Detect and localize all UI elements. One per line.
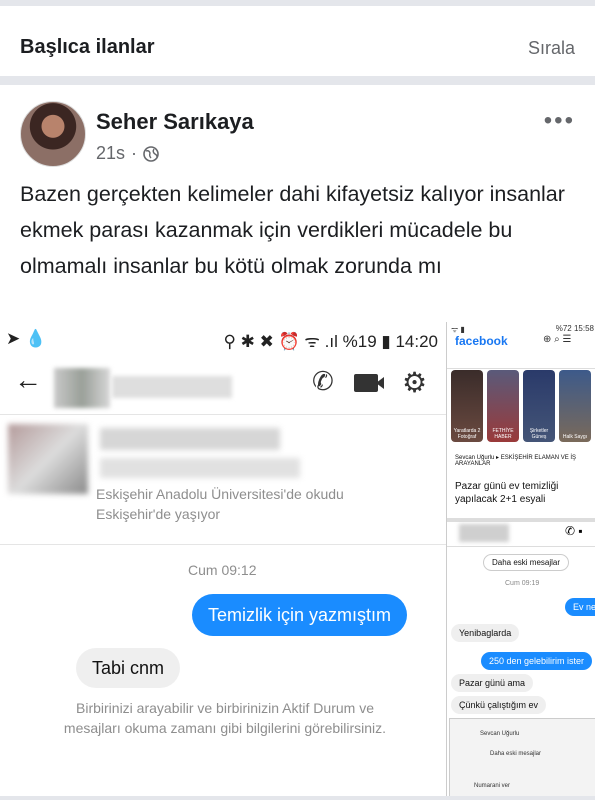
profile-location: Eskişehir'de yaşıyor — [96, 506, 221, 522]
profile-education: Eskişehir Anadolu Üniversitesi'de okudu — [96, 486, 344, 502]
nested-contact-name: Sevcan Uğurlu — [480, 731, 520, 737]
blurred-profile-info — [100, 458, 300, 478]
status-bar: ➤ 💧 ⚲ ✱ ✖ ⏰ ᯤ .ıl %19 ▮ 14:20 — [0, 322, 446, 356]
group-name: Sevcan Uğurlu ▸ ESKİŞEHİR ELAMAN VE İŞ A… — [455, 455, 577, 467]
right-incoming-message: Pazar günü ama — [451, 674, 534, 692]
section-divider — [0, 76, 595, 85]
older-messages-pill: Daha eski mesajlar — [483, 554, 570, 571]
globe-icon — [143, 145, 159, 162]
nested-message: Numarani ver — [474, 783, 511, 789]
right-outgoing-message: Ev ne — [565, 598, 595, 616]
post-time[interactable]: 21s — [96, 143, 125, 164]
facebook-nav-bar — [447, 350, 595, 369]
stories-row: Yaratlarda 2 Fotoğraf FETHİYE HABER Şirk… — [451, 370, 595, 444]
right-incoming-message: Yenibaglarda — [451, 624, 520, 642]
messenger-screenshot: ➤ 💧 ⚲ ✱ ✖ ⏰ ᯤ .ıl %19 ▮ 14:20 ← ✆ ⚙ Eski… — [0, 322, 446, 800]
incoming-message: Tabi cnm — [76, 648, 181, 688]
facebook-screenshot: ᯤ ▮ %72 15:58 facebook ⊕ ⌕ ☰ Yaratlarda … — [446, 322, 595, 800]
post-header: Seher Sarıkaya 21s · ••• — [0, 85, 595, 175]
chat-time: Cum 09:12 — [188, 562, 257, 578]
story-card: FETHİYE HABER — [487, 370, 519, 442]
right-chat-time: Cum 09:19 — [505, 580, 540, 587]
section-title: Başlıca ilanlar — [20, 36, 155, 58]
nested-screenshot: Sevcan Uğurlu Daha eski mesajlar Numaran… — [449, 718, 595, 800]
phone-icon: ✆ — [312, 366, 334, 396]
facebook-logo: facebook — [455, 334, 508, 348]
right-status-right: %72 15:58 — [555, 324, 594, 333]
post-image[interactable]: ➤ 💧 ⚲ ✱ ✖ ⏰ ᯤ .ıl %19 ▮ 14:20 ← ✆ ⚙ Eski… — [0, 322, 595, 800]
status-left-icons: ➤ 💧 — [6, 329, 47, 348]
story-card: Yaratlarda 2 Fotoğraf — [451, 370, 483, 442]
section-header: Başlıca ilanlar Sırala — [0, 6, 595, 76]
facebook-header-icons: ⊕ ⌕ ☰ — [543, 334, 572, 345]
right-incoming-message: Çünkü çalıştığım ev — [451, 696, 547, 714]
blurred-name — [112, 376, 232, 398]
messenger-header: ← ✆ ⚙ — [0, 356, 446, 415]
avatar[interactable] — [20, 101, 86, 167]
blurred-profile-photo — [8, 424, 88, 494]
back-arrow-icon: ← — [14, 364, 42, 395]
status-right-icons: ⚲ ✱ ✖ ⏰ ᯤ .ıl %19 ▮ 14:20 — [223, 332, 438, 351]
bottom-divider — [0, 796, 595, 800]
post-meta: 21s · — [96, 143, 159, 164]
right-outgoing-message: 250 den gelebilirim ister — [481, 652, 593, 670]
more-options-button[interactable]: ••• — [544, 107, 575, 135]
meta-separator: · — [131, 143, 138, 163]
sort-button[interactable]: Sırala — [528, 38, 575, 59]
story-card: Halk Saygı — [559, 370, 591, 442]
video-camera-icon — [354, 374, 378, 392]
story-card: Şirketler Güneş — [523, 370, 555, 442]
blurred-contact — [459, 524, 509, 542]
phone-icon: ✆ ▪ — [565, 524, 583, 538]
post-text: Bazen gerçekten kelimeler dahi kifayetsi… — [20, 182, 565, 278]
profile-card: Eskişehir Anadolu Üniversitesi'de okudu … — [0, 414, 446, 544]
chat-divider — [0, 544, 446, 545]
group-post-text: Pazar günü ev temizliği yapılacak 2+1 es… — [455, 481, 559, 505]
post-author[interactable]: Seher Sarıkaya — [96, 109, 254, 135]
nested-older-messages: Daha eski mesajlar — [490, 751, 542, 757]
blurred-profile-name — [100, 428, 280, 450]
gear-icon: ⚙ — [402, 367, 428, 398]
right-messenger-header: ✆ ▪ — [447, 522, 595, 547]
outgoing-message: Temizlik için yazmıştım — [192, 594, 408, 636]
blurred-avatar — [54, 368, 110, 408]
privacy-notice: Birbirinizi arayabilir ve birbirinizin A… — [63, 700, 387, 736]
